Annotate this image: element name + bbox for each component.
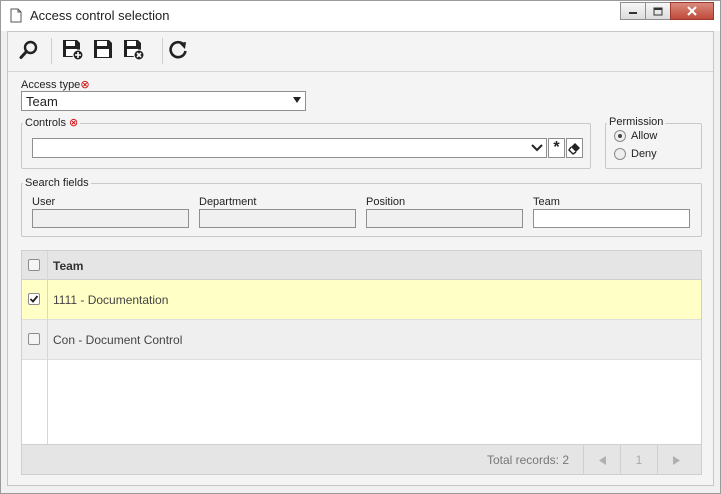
next-page-button[interactable] [657, 445, 694, 475]
current-page[interactable]: 1 [620, 445, 657, 475]
select-all-checkbox[interactable] [28, 259, 40, 271]
access-type-label: Access type⊗ [21, 78, 90, 91]
triangle-left-icon [598, 455, 606, 465]
eraser-icon [568, 142, 580, 155]
department-input[interactable] [199, 209, 356, 228]
save-new-button[interactable] [61, 38, 85, 62]
save-close-icon [124, 40, 145, 61]
column-separator [47, 360, 48, 444]
column-separator [47, 280, 48, 320]
toolbar [8, 32, 713, 72]
allow-label: Allow [631, 130, 658, 142]
toolbar-separator [51, 38, 52, 64]
save-icon [94, 40, 112, 58]
dropdown-arrow-icon [293, 97, 301, 103]
deny-label: Deny [631, 148, 657, 160]
magnifier-icon [19, 40, 38, 59]
team-input[interactable] [533, 209, 690, 228]
refresh-icon [169, 40, 187, 59]
access-type-label-text: Access type [21, 79, 81, 91]
column-separator [47, 320, 48, 360]
row-checkbox[interactable] [28, 293, 40, 305]
row-team-name: Con - Document Control [53, 333, 183, 347]
close-icon [687, 6, 697, 16]
team-grid: Team 1111 - Documentation Con - Document… [21, 250, 702, 475]
clear-button[interactable] [566, 138, 583, 158]
minimize-icon [629, 12, 637, 14]
save-close-button[interactable] [122, 38, 146, 62]
table-row[interactable]: 1111 - Documentation [22, 280, 701, 320]
checkmark-icon [29, 295, 39, 303]
permission-allow-option[interactable]: Allow [614, 130, 657, 142]
allow-radio[interactable] [614, 130, 626, 142]
refresh-button[interactable] [166, 38, 190, 62]
triangle-right-icon [672, 455, 680, 465]
grid-header: Team [22, 251, 701, 280]
table-row[interactable]: Con - Document Control [22, 320, 701, 360]
user-input[interactable] [32, 209, 189, 228]
deny-radio[interactable] [614, 148, 626, 160]
window-title: Access control selection [30, 8, 170, 23]
asterisk-icon: * [553, 139, 560, 156]
dialog-content: Access type⊗ Team Controls ⊗ * Permissio… [7, 31, 714, 486]
maximize-button[interactable] [645, 2, 671, 20]
user-label: User [32, 196, 56, 208]
team-label: Team [533, 196, 560, 208]
save-plus-icon [63, 40, 84, 61]
close-button[interactable] [670, 2, 714, 20]
minimize-button[interactable] [620, 2, 646, 20]
position-label: Position [366, 196, 406, 208]
access-type-select[interactable]: Team [21, 91, 306, 111]
team-column-header[interactable]: Team [53, 259, 83, 273]
page-number: 1 [635, 453, 643, 467]
controls-legend: Controls ⊗ [23, 116, 81, 129]
search-button[interactable] [17, 38, 41, 62]
required-icon: ⊗ [80, 79, 90, 91]
required-icon: ⊗ [65, 117, 79, 129]
search-fields-legend: Search fields [23, 177, 91, 189]
row-checkbox[interactable] [28, 333, 40, 345]
toolbar-separator [162, 38, 163, 64]
controls-label: Controls [25, 117, 66, 129]
access-type-value: Team [26, 94, 58, 109]
maximize-icon [653, 7, 663, 15]
position-input[interactable] [366, 209, 523, 228]
row-team-name: 1111 - Documentation [53, 293, 169, 307]
previous-page-button[interactable] [583, 445, 620, 475]
controls-input[interactable] [32, 138, 547, 158]
save-button[interactable] [92, 38, 116, 62]
column-separator [47, 251, 48, 280]
permission-deny-option[interactable]: Deny [614, 148, 657, 160]
grid-footer: Total records: 2 1 [22, 444, 701, 475]
permission-legend: Permission [607, 116, 666, 128]
chevron-down-icon[interactable] [531, 144, 543, 152]
department-label: Department [199, 196, 257, 208]
title-bar[interactable]: Access control selection [1, 1, 720, 31]
document-icon [10, 8, 22, 23]
select-all-button[interactable]: * [548, 138, 565, 158]
dialog-window: Access control selection Access type⊗ Te… [0, 0, 721, 494]
total-records: Total records: 2 [486, 453, 569, 467]
